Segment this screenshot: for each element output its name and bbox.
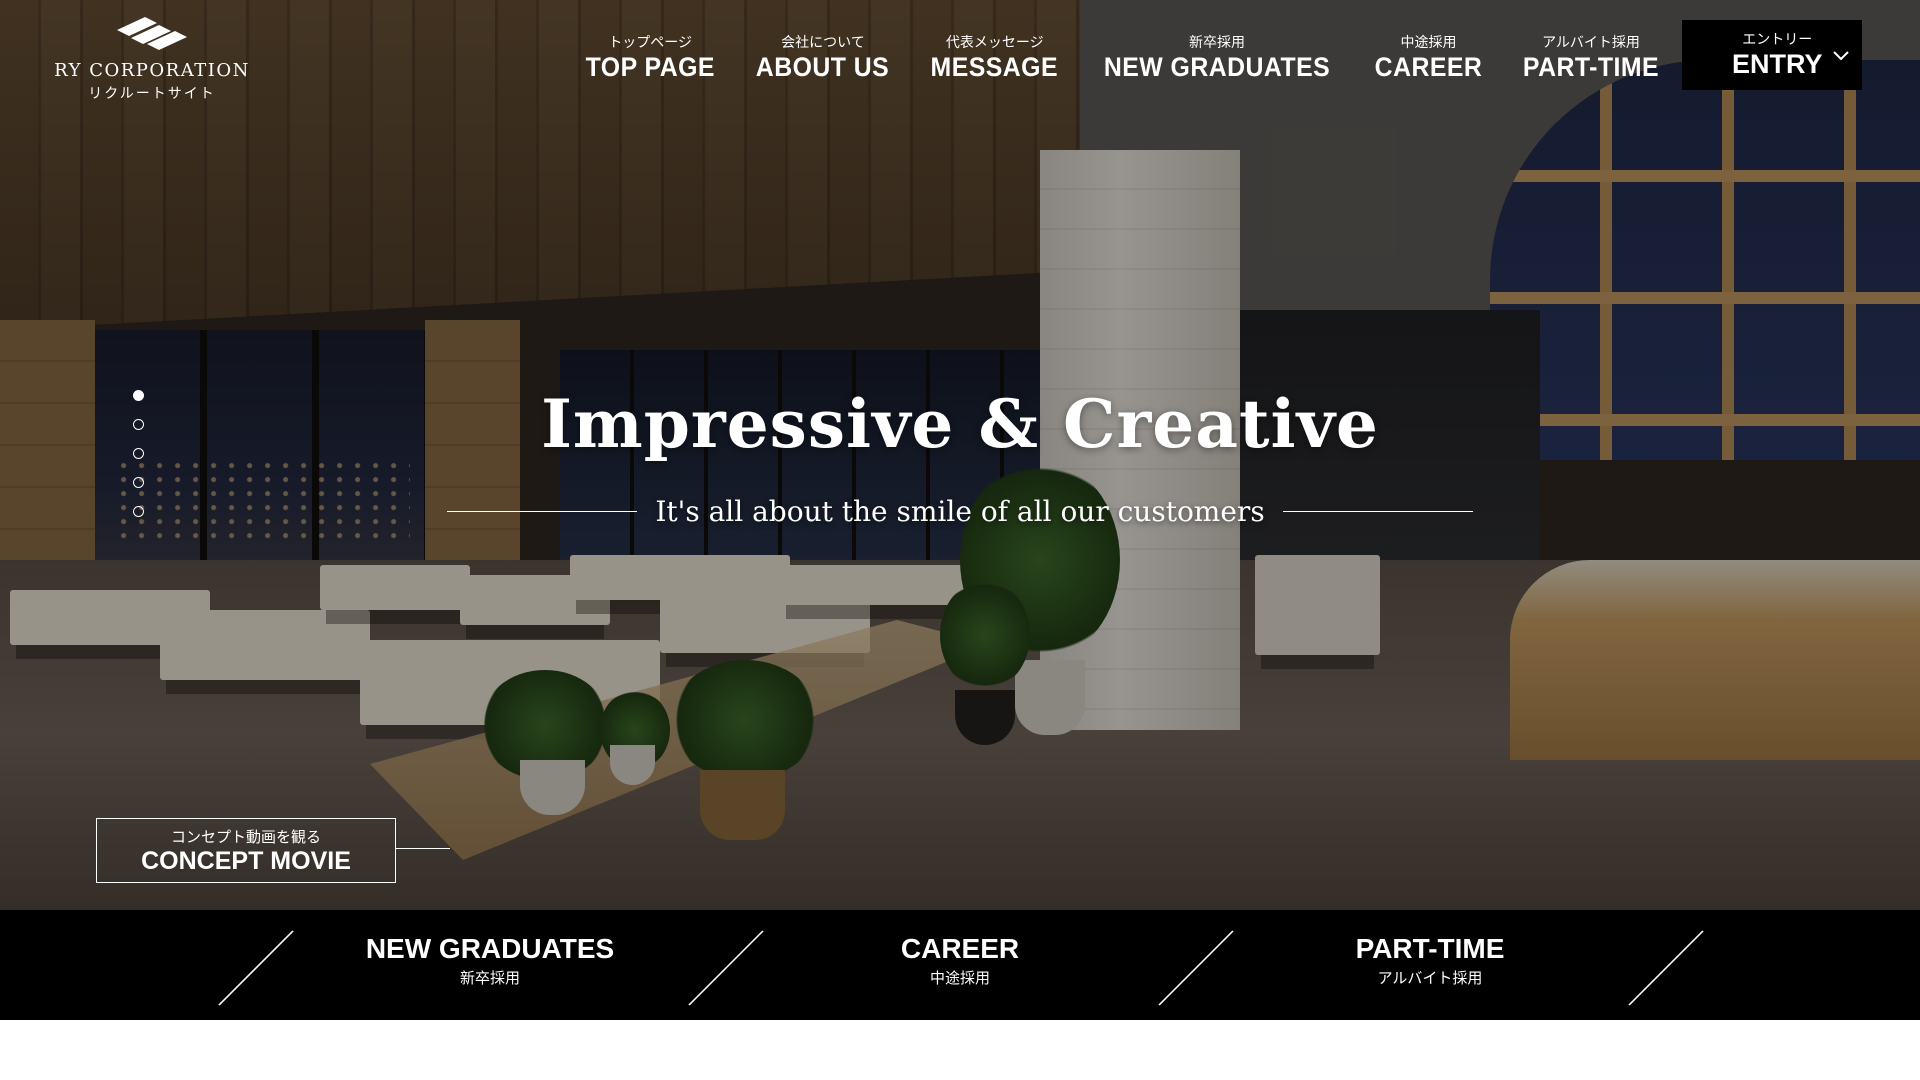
site-subtitle: リクルートサイト — [88, 86, 216, 102]
bar-link-jp-label: 中途採用 — [929, 969, 990, 987]
divider-slash — [218, 930, 294, 1006]
bar-link-jp-label: アルバイト採用 — [1377, 969, 1483, 987]
entry-button[interactable]: エントリー ENTRY — [1682, 20, 1862, 90]
concept-movie-en-label: CONCEPT MOVIE — [141, 847, 351, 875]
nav-item-jp-label: トップページ — [608, 35, 693, 51]
nav-item-jp-label: 新卒採用 — [1188, 35, 1245, 51]
bar-link-en-label: PART-TIME — [1355, 933, 1505, 964]
hero-title: Impressive & Creative — [541, 385, 1379, 463]
divider-slash — [1628, 930, 1704, 1006]
entry-jp-label: エントリー — [1742, 32, 1813, 48]
main-nav: トップページ TOP PAGE 会社について ABOUT US 代表メッセージ … — [580, 34, 1665, 82]
nav-item-career[interactable]: 中途採用 CAREER — [1370, 34, 1487, 82]
nav-item-en-label: MESSAGE — [930, 52, 1059, 82]
divider-slash — [1158, 930, 1234, 1006]
nav-item-message[interactable]: 代表メッセージ MESSAGE — [925, 34, 1064, 82]
bar-link-career[interactable]: CAREER 中途採用 — [810, 932, 1110, 988]
nav-item-en-label: CAREER — [1374, 52, 1483, 82]
concept-movie-jp-label: コンセプト動画を観る — [170, 828, 321, 846]
chevron-down-icon — [1833, 51, 1849, 61]
divider-slash — [688, 930, 764, 1006]
nav-item-jp-label: アルバイト採用 — [1542, 35, 1640, 51]
nav-item-top-page[interactable]: トップページ TOP PAGE — [580, 34, 721, 82]
hero-section: RY CORPORATION リクルートサイト トップページ TOP PAGE … — [0, 0, 1920, 910]
hero-subtitle-row: It's all about the smile of all our cust… — [447, 495, 1473, 528]
divider-line — [447, 511, 638, 512]
bar-link-part-time[interactable]: PART-TIME アルバイト採用 — [1280, 932, 1580, 988]
slider-dot-5[interactable] — [133, 506, 144, 517]
bar-link-en-label: NEW GRADUATES — [365, 933, 615, 964]
nav-item-en-label: PART-TIME — [1522, 52, 1660, 82]
company-name: RY CORPORATION — [54, 60, 250, 81]
nav-item-jp-label: 代表メッセージ — [945, 35, 1044, 51]
bar-link-new-graduates[interactable]: NEW GRADUATES 新卒採用 — [340, 932, 640, 988]
concept-movie-button[interactable]: コンセプト動画を観る CONCEPT MOVIE — [96, 818, 396, 883]
nav-item-en-label: TOP PAGE — [585, 52, 715, 82]
nav-item-en-label: ABOUT US — [756, 52, 890, 82]
concept-movie-arrow-line — [395, 848, 450, 849]
recruitment-links-bar: NEW GRADUATES 新卒採用 CAREER 中途採用 PART-TIME… — [0, 910, 1920, 1020]
nav-item-new-graduates[interactable]: 新卒採用 NEW GRADUATES — [1094, 34, 1340, 82]
logo-mark-icon — [117, 17, 187, 50]
nav-item-en-label: NEW GRADUATES — [1103, 52, 1331, 82]
nav-item-jp-label: 中途採用 — [1400, 35, 1457, 51]
hero-subtitle: It's all about the smile of all our cust… — [655, 495, 1265, 528]
nav-item-part-time[interactable]: アルバイト採用 PART-TIME — [1517, 34, 1665, 82]
bar-link-jp-label: 新卒採用 — [459, 969, 520, 987]
bar-link-en-label: CAREER — [900, 933, 1020, 964]
nav-item-jp-label: 会社について — [781, 35, 865, 51]
company-logo[interactable]: RY CORPORATION リクルートサイト — [52, 10, 252, 103]
entry-en-label: ENTRY — [1732, 49, 1823, 79]
slider-dot-4[interactable] — [133, 477, 144, 488]
divider-line — [1282, 511, 1473, 512]
nav-item-about-us[interactable]: 会社について ABOUT US — [750, 34, 895, 82]
